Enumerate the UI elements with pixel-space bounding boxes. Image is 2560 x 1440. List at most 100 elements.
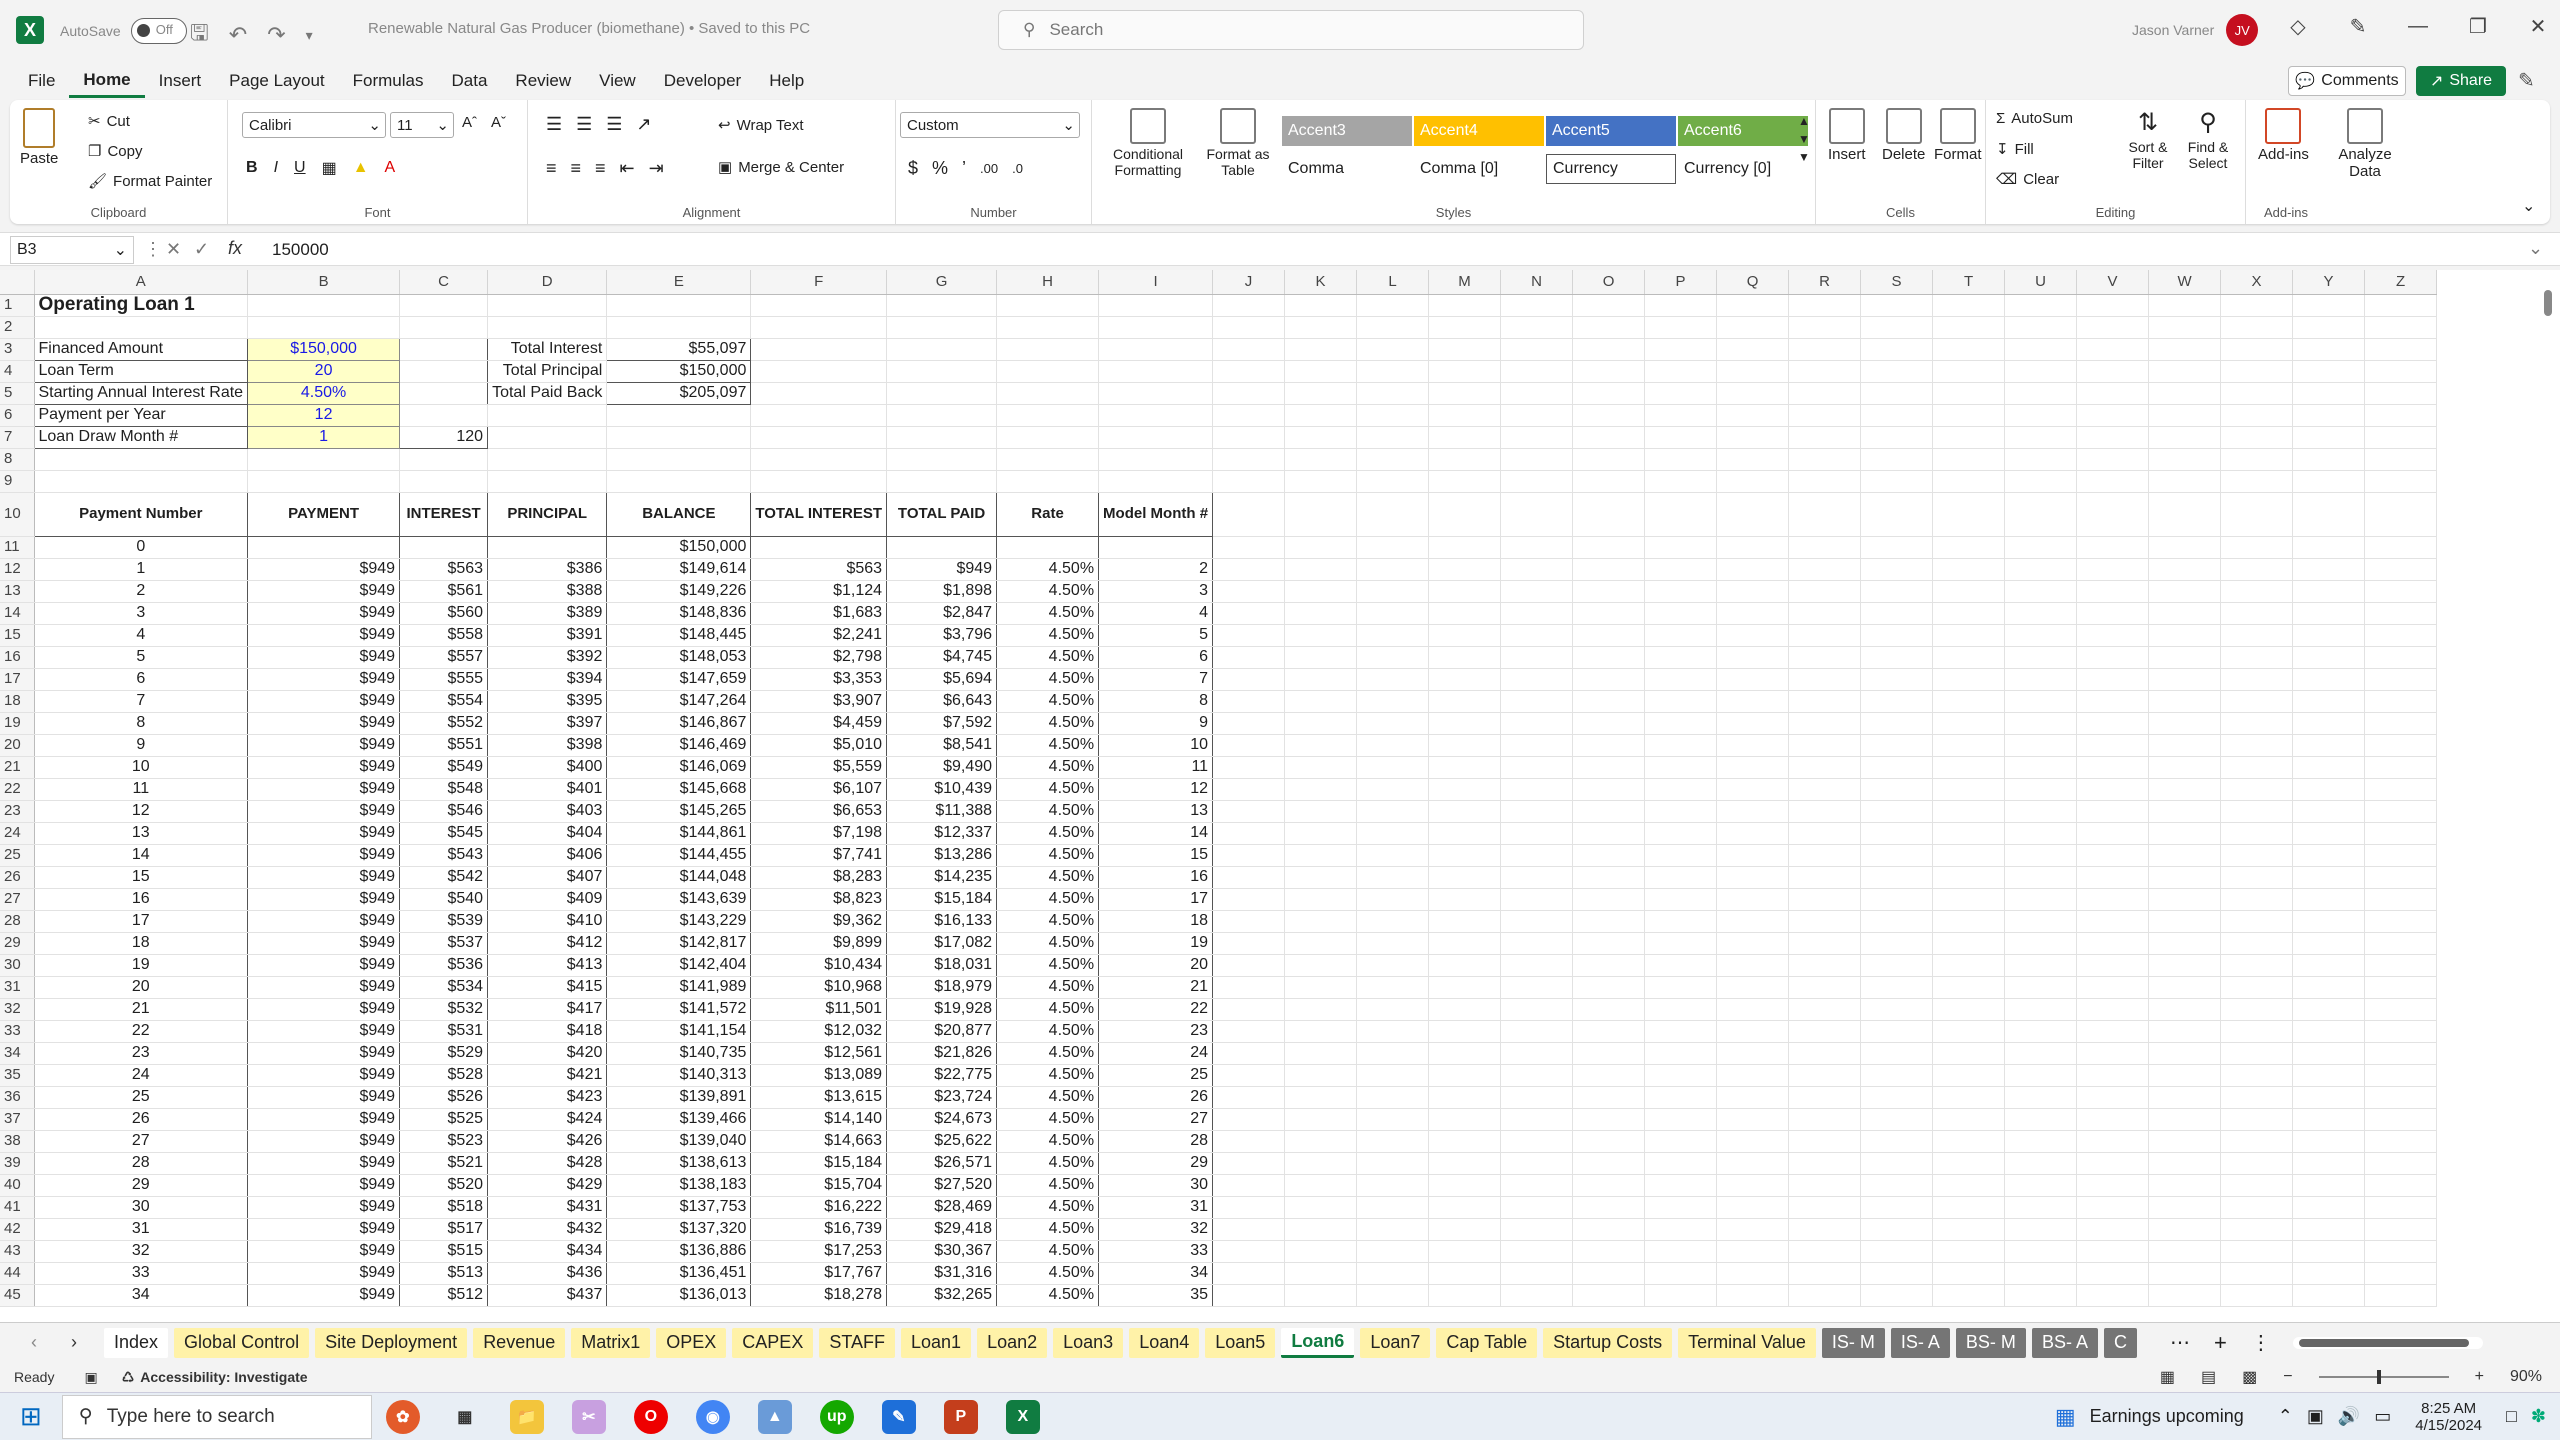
table-cell[interactable]: 27 bbox=[33, 1130, 249, 1153]
cell[interactable] bbox=[2292, 1218, 2366, 1241]
table-cell[interactable]: $141,572 bbox=[606, 998, 752, 1021]
cell[interactable] bbox=[1500, 1218, 1574, 1241]
cell[interactable] bbox=[1428, 910, 1502, 933]
cell[interactable] bbox=[886, 426, 998, 449]
table-cell[interactable]: 4.50% bbox=[996, 1174, 1100, 1197]
cell[interactable] bbox=[1860, 1020, 1934, 1043]
cancel-icon[interactable]: ✕ bbox=[166, 239, 181, 260]
row-header[interactable]: 25 bbox=[0, 844, 35, 867]
cell[interactable] bbox=[1098, 360, 1214, 383]
table-cell[interactable]: $9,490 bbox=[886, 756, 998, 779]
cell[interactable] bbox=[886, 316, 998, 339]
cell[interactable] bbox=[2220, 998, 2294, 1021]
select-all-corner[interactable] bbox=[0, 270, 35, 295]
table-cell[interactable]: $139,466 bbox=[606, 1108, 752, 1131]
table-cell[interactable]: $32,265 bbox=[886, 1284, 998, 1307]
cell[interactable] bbox=[1284, 1262, 1358, 1285]
cell[interactable] bbox=[1788, 360, 1862, 383]
table-cell[interactable]: $949 bbox=[247, 712, 401, 735]
table-cell[interactable]: 7 bbox=[1098, 668, 1214, 691]
cell[interactable] bbox=[2148, 1042, 2222, 1065]
cell[interactable] bbox=[2220, 712, 2294, 735]
cell[interactable] bbox=[1212, 1284, 1286, 1307]
cell[interactable] bbox=[1572, 1240, 1646, 1263]
cell[interactable] bbox=[1284, 734, 1358, 757]
bold-icon[interactable]: B bbox=[246, 159, 258, 177]
cell[interactable] bbox=[1572, 426, 1646, 449]
cell[interactable] bbox=[1644, 448, 1718, 471]
cell[interactable] bbox=[1572, 1064, 1646, 1087]
cell[interactable] bbox=[2292, 1108, 2366, 1131]
cell[interactable] bbox=[1284, 646, 1358, 669]
cell[interactable] bbox=[1428, 1240, 1502, 1263]
table-cell[interactable] bbox=[886, 536, 998, 559]
cell[interactable] bbox=[1428, 294, 1502, 317]
cell[interactable] bbox=[1788, 470, 1862, 493]
tab-scroll-left-icon[interactable]: ‹ bbox=[14, 1332, 54, 1353]
table-cell[interactable]: 7 bbox=[33, 690, 249, 713]
table-cell[interactable]: $549 bbox=[399, 756, 489, 779]
table-cell[interactable]: $949 bbox=[247, 1152, 401, 1175]
cell[interactable] bbox=[1644, 756, 1718, 779]
cell[interactable] bbox=[399, 404, 489, 427]
cell[interactable] bbox=[2292, 294, 2366, 317]
autosum-button[interactable]: Σ AutoSum bbox=[1996, 110, 2073, 127]
column-header[interactable]: A bbox=[34, 270, 249, 295]
cell[interactable] bbox=[1500, 822, 1574, 845]
cell[interactable] bbox=[2148, 294, 2222, 317]
table-cell[interactable]: $949 bbox=[247, 756, 401, 779]
excel-taskbar-icon[interactable]: X bbox=[1005, 1399, 1040, 1434]
cell[interactable] bbox=[1500, 998, 1574, 1021]
cell[interactable] bbox=[1860, 646, 1934, 669]
cell[interactable] bbox=[2292, 558, 2366, 581]
cell[interactable] bbox=[1932, 558, 2006, 581]
row-header[interactable]: 15 bbox=[0, 624, 35, 647]
cell[interactable] bbox=[2292, 822, 2366, 845]
cell[interactable] bbox=[2292, 624, 2366, 647]
row-header[interactable]: 5 bbox=[0, 382, 35, 405]
summary-value-cell[interactable]: $205,097 bbox=[606, 381, 752, 405]
cell[interactable] bbox=[2004, 668, 2078, 691]
cell[interactable] bbox=[1284, 448, 1358, 471]
table-cell[interactable]: $949 bbox=[247, 1064, 401, 1087]
cell[interactable] bbox=[1716, 778, 1790, 801]
table-cell[interactable]: $6,107 bbox=[750, 778, 888, 801]
table-cell[interactable]: $15,184 bbox=[886, 888, 998, 911]
cell[interactable] bbox=[2292, 1064, 2366, 1087]
table-cell[interactable]: $949 bbox=[247, 800, 401, 823]
cell[interactable] bbox=[1860, 888, 1934, 911]
cell[interactable] bbox=[1212, 690, 1286, 713]
cell[interactable] bbox=[1500, 756, 1574, 779]
cell[interactable] bbox=[1500, 954, 1574, 977]
cell[interactable] bbox=[1356, 536, 1430, 559]
cell[interactable] bbox=[2220, 690, 2294, 713]
cell[interactable] bbox=[1716, 734, 1790, 757]
cell[interactable] bbox=[1932, 756, 2006, 779]
cell[interactable] bbox=[1644, 360, 1718, 383]
table-cell[interactable]: 18 bbox=[33, 932, 249, 955]
table-cell[interactable]: 17 bbox=[33, 910, 249, 933]
table-cell[interactable]: $949 bbox=[247, 1240, 401, 1263]
table-cell[interactable]: $26,571 bbox=[886, 1152, 998, 1175]
cell[interactable] bbox=[1644, 426, 1718, 449]
cell[interactable] bbox=[2292, 536, 2366, 559]
cell[interactable] bbox=[1212, 822, 1286, 845]
table-cell[interactable]: $560 bbox=[399, 602, 489, 625]
formula-input[interactable]: 150000 bbox=[272, 240, 329, 260]
cell[interactable] bbox=[2292, 1042, 2366, 1065]
cell[interactable] bbox=[1212, 844, 1286, 867]
table-cell[interactable]: $9,899 bbox=[750, 932, 888, 955]
table-cell[interactable]: $512 bbox=[399, 1284, 489, 1307]
input-label-cell[interactable]: Financed Amount bbox=[33, 337, 249, 361]
autosave[interactable]: AutoSave Off bbox=[60, 18, 187, 44]
table-cell[interactable]: $403 bbox=[487, 800, 608, 823]
style-comma[interactable]: Comma bbox=[1282, 154, 1412, 184]
table-cell[interactable]: 20 bbox=[1098, 954, 1214, 977]
table-cell[interactable]: $29,418 bbox=[886, 1218, 998, 1241]
table-cell[interactable]: 25 bbox=[33, 1086, 249, 1109]
paste-button[interactable]: Paste bbox=[20, 108, 58, 167]
cell[interactable] bbox=[2364, 360, 2438, 383]
collapse-ribbon-icon[interactable]: ⌄ bbox=[2522, 196, 2535, 216]
cell[interactable] bbox=[886, 294, 998, 317]
table-cell[interactable]: $139,891 bbox=[606, 1086, 752, 1109]
